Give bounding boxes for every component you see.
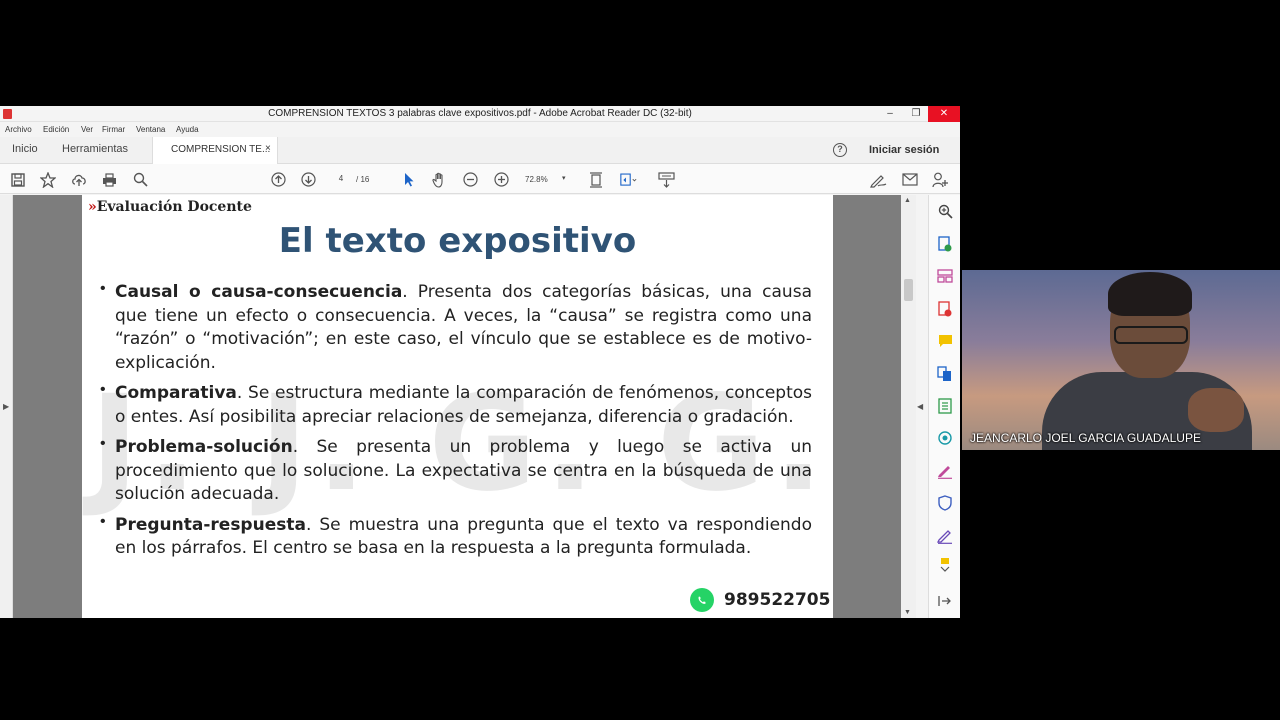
- list-item: • Pregunta-respuesta. Se muestra una pre…: [100, 512, 812, 561]
- scroll-mode-icon[interactable]: [658, 171, 675, 188]
- sign-in-button[interactable]: Iniciar sesión: [869, 144, 939, 156]
- collapse-right-panel-icon[interactable]: ◀: [917, 402, 923, 411]
- list-item: • Comparativa. Se estructura mediante la…: [100, 381, 812, 429]
- bullet-term: Problema-solución: [115, 437, 293, 457]
- phone-contact: 989522705: [690, 588, 830, 612]
- brand-chevron-icon: »: [88, 199, 97, 215]
- pdf-page: J. J. G. G. »Evaluación Docente El texto…: [82, 195, 833, 618]
- protect-icon[interactable]: [937, 495, 953, 511]
- print-icon[interactable]: [101, 171, 118, 188]
- tab-document[interactable]: COMPRENSION TE... ×: [152, 137, 278, 164]
- menu-ventana[interactable]: Ventana: [136, 125, 165, 134]
- collapse-tools-pane-icon[interactable]: [937, 593, 953, 609]
- left-panel-collapsed[interactable]: ▶: [0, 195, 13, 618]
- acrobat-window: COMPRENSION TEXTOS 3 palabras clave expo…: [0, 106, 960, 618]
- enhance-scan-icon[interactable]: [937, 430, 953, 446]
- page-up-icon[interactable]: [270, 171, 287, 188]
- zoom-icon[interactable]: [937, 203, 953, 219]
- menu-firmar[interactable]: Firmar: [102, 125, 125, 134]
- edit-pdf-icon[interactable]: [937, 528, 953, 544]
- participant-glasses: [1114, 326, 1188, 344]
- title-bar: COMPRENSION TEXTOS 3 palabras clave expo…: [0, 106, 960, 122]
- page-total: / 16: [356, 175, 370, 184]
- bullet-dot: •: [100, 435, 106, 452]
- comment-icon[interactable]: [937, 333, 953, 349]
- organize-pages-icon[interactable]: [937, 268, 953, 284]
- bullet-term: Causal o causa-consecuencia: [115, 282, 403, 302]
- zoom-in-icon[interactable]: [493, 171, 510, 188]
- page-display-icon[interactable]: [620, 171, 637, 188]
- cloud-upload-icon[interactable]: [70, 171, 87, 188]
- sign-icon[interactable]: [870, 171, 887, 188]
- pointer-icon[interactable]: [400, 171, 417, 188]
- menu-archivo[interactable]: Archivo: [5, 125, 32, 134]
- toolbar: 4 / 16 72.8% ▾: [0, 164, 960, 194]
- menu-ver[interactable]: Ver: [81, 125, 93, 134]
- star-icon[interactable]: [39, 171, 56, 188]
- brand-text: Evaluación Docente: [96, 199, 252, 215]
- fill-sign-icon[interactable]: [937, 463, 953, 479]
- expand-left-panel-icon[interactable]: ▶: [3, 402, 9, 411]
- tools-pane: [928, 195, 960, 618]
- close-tab-icon[interactable]: ×: [265, 143, 271, 154]
- tab-document-label: COMPRENSION TE...: [171, 144, 271, 155]
- hand-icon[interactable]: [431, 171, 448, 188]
- share-user-icon[interactable]: [932, 171, 949, 188]
- scroll-thumb[interactable]: [904, 279, 913, 301]
- create-pdf-icon[interactable]: [937, 301, 953, 317]
- participant-name: JEANCARLO JOEL GARCIA GUADALUPE: [970, 431, 1201, 445]
- search-icon[interactable]: [132, 171, 149, 188]
- scroll-down-icon[interactable]: ▼: [904, 609, 911, 616]
- tab-inicio[interactable]: Inicio: [12, 143, 38, 155]
- list-item: • Problema-solución. Se presenta un prob…: [100, 435, 812, 507]
- menu-bar: Archivo Edición Ver Firmar Ventana Ayuda: [0, 123, 960, 137]
- compress-icon[interactable]: [937, 398, 953, 414]
- zoom-dropdown-icon[interactable]: ▾: [562, 174, 566, 182]
- menu-ayuda[interactable]: Ayuda: [176, 125, 199, 134]
- participant-hand: [1188, 388, 1244, 432]
- zoom-level[interactable]: 72.8%: [525, 175, 548, 184]
- list-item: • Causal o causa-consecuencia. Presenta …: [100, 280, 812, 375]
- menu-edicion[interactable]: Edición: [43, 125, 69, 134]
- export-pdf-icon[interactable]: [937, 236, 953, 252]
- bullet-dot: •: [100, 512, 106, 530]
- phone-number: 989522705: [724, 590, 831, 610]
- participant-hair: [1108, 272, 1192, 316]
- combine-files-icon[interactable]: [937, 366, 953, 382]
- page-number-input[interactable]: 4: [328, 171, 354, 187]
- participant-video[interactable]: JEANCARLO JOEL GARCIA GUADALUPE: [962, 270, 1280, 450]
- fit-page-icon[interactable]: [587, 171, 604, 188]
- bullet-term: Pregunta-respuesta: [115, 514, 306, 535]
- bullet-list: • Causal o causa-consecuencia. Presenta …: [100, 280, 812, 568]
- scroll-up-icon[interactable]: ▲: [904, 197, 911, 204]
- help-icon[interactable]: ?: [833, 143, 847, 157]
- restore-button[interactable]: ❐: [903, 106, 929, 122]
- brand-header: »Evaluación Docente: [88, 199, 252, 215]
- window-title: COMPRENSION TEXTOS 3 palabras clave expo…: [268, 108, 692, 119]
- tab-bar: Inicio Herramientas COMPRENSION TE... × …: [0, 137, 960, 164]
- bullet-term: Comparativa: [115, 383, 237, 403]
- document-viewer[interactable]: J. J. G. G. »Evaluación Docente El texto…: [13, 195, 901, 618]
- tab-herramientas[interactable]: Herramientas: [62, 143, 128, 155]
- minimize-button[interactable]: –: [877, 106, 903, 122]
- bullet-dot: •: [100, 381, 106, 398]
- bullet-dot: •: [100, 280, 106, 297]
- close-window-button[interactable]: ✕: [928, 106, 960, 122]
- page-down-icon[interactable]: [300, 171, 317, 188]
- save-icon[interactable]: [9, 171, 26, 188]
- page-title: El texto expositivo: [278, 221, 637, 261]
- vertical-scrollbar[interactable]: ▲ ▼: [901, 195, 916, 618]
- zoom-out-icon[interactable]: [462, 171, 479, 188]
- whatsapp-icon: [690, 588, 714, 612]
- email-icon[interactable]: [901, 171, 918, 188]
- more-tools-icon[interactable]: [937, 557, 953, 573]
